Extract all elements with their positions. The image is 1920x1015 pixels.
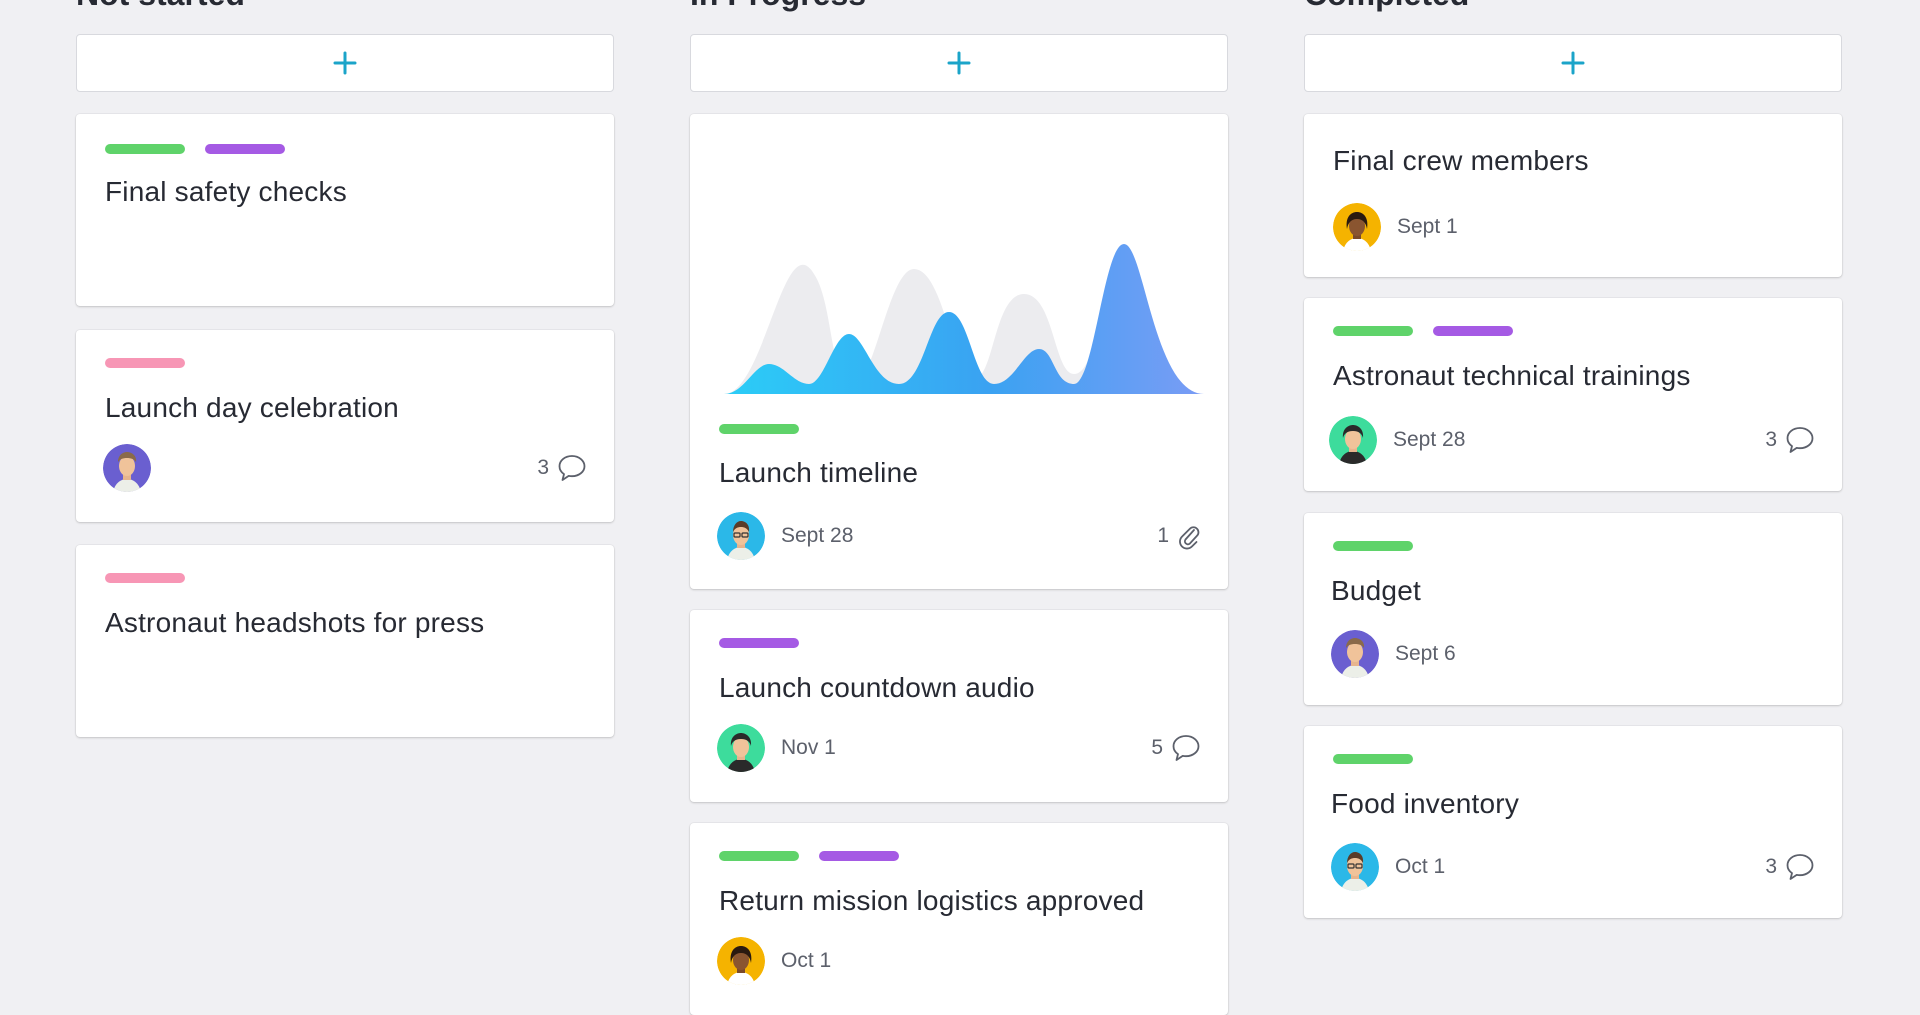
card-title: Final crew members	[1333, 145, 1589, 176]
task-card[interactable]: Launch countdown audio Nov 1 5	[690, 610, 1228, 802]
comment-icon	[558, 455, 586, 481]
card-meta: Sept 1	[1333, 202, 1815, 252]
card-meta: Oct 1	[717, 936, 1201, 986]
card-title: Astronaut headshots for press	[105, 607, 485, 638]
due-date: Nov 1	[781, 736, 836, 759]
due-date: Sept 28	[1393, 428, 1466, 451]
card-title: Return mission logistics approved	[719, 885, 1145, 916]
task-card[interactable]: Final crew members Sept 1	[1304, 114, 1842, 277]
tag-green	[105, 144, 185, 154]
tag-green	[719, 424, 799, 434]
tag-purple	[205, 144, 285, 154]
tag-green	[1333, 754, 1413, 764]
paperclip-icon	[1179, 526, 1200, 550]
tag-list	[1333, 326, 1513, 336]
due-date: Sept 1	[1397, 215, 1458, 238]
task-card[interactable]: Astronaut headshots for press	[76, 545, 614, 737]
comment-count[interactable]: 3	[1765, 853, 1815, 881]
card-title: Launch timeline	[719, 457, 919, 488]
comment-icon	[1786, 854, 1814, 880]
task-card[interactable]: Final safety checks	[76, 114, 614, 306]
comment-count[interactable]: 3	[537, 454, 587, 482]
card-title: Launch countdown audio	[719, 672, 1035, 703]
card-title: Budget	[1331, 575, 1421, 606]
task-card[interactable]: Budget Sept 6	[1304, 513, 1842, 705]
task-card[interactable]: Launch day celebration 3	[76, 330, 614, 522]
tag-list	[105, 144, 285, 154]
comment-count-value: 3	[1765, 855, 1777, 878]
due-date: Sept 28	[781, 524, 854, 547]
comment-count-value: 5	[1151, 736, 1163, 759]
task-card[interactable]: Return mission logistics approved Oct 1	[690, 823, 1228, 1015]
avatar[interactable]	[717, 937, 765, 985]
tag-list	[719, 851, 899, 861]
column-title: In Progress	[690, 0, 866, 10]
card-meta: 3	[103, 443, 587, 493]
attachment-count-value: 1	[1157, 524, 1169, 547]
tag-pink	[105, 358, 185, 368]
tag-list	[1333, 754, 1413, 764]
tag-pink	[105, 573, 185, 583]
card-title: Food inventory	[1331, 788, 1520, 819]
add-card-button[interactable]	[690, 34, 1228, 92]
comment-count[interactable]: 3	[1765, 426, 1815, 454]
area-chart-illustration	[724, 244, 1204, 394]
comment-count-value: 3	[537, 456, 549, 479]
avatar[interactable]	[717, 724, 765, 772]
tag-list	[719, 424, 799, 434]
comment-count[interactable]: 5	[1151, 734, 1201, 762]
plus-icon	[947, 51, 971, 75]
tag-green	[1333, 326, 1413, 336]
comment-icon	[1172, 735, 1200, 761]
tag-green	[719, 851, 799, 861]
card-meta: Oct 1 3	[1331, 842, 1815, 892]
tag-list	[105, 358, 185, 368]
avatar[interactable]	[103, 444, 151, 492]
comment-count-value: 3	[1765, 428, 1777, 451]
due-date: Sept 6	[1395, 642, 1456, 665]
plus-icon	[333, 51, 357, 75]
tag-purple	[819, 851, 899, 861]
card-meta: Nov 1 5	[717, 723, 1201, 773]
plus-icon	[1561, 51, 1585, 75]
task-card[interactable]: Launch timeline Sept 28 1	[690, 114, 1228, 589]
tag-green	[1333, 541, 1413, 551]
avatar[interactable]	[1333, 203, 1381, 251]
task-card[interactable]: Food inventory Oct 1 3	[1304, 726, 1842, 918]
card-title: Astronaut technical trainings	[1333, 360, 1691, 391]
avatar[interactable]	[717, 512, 765, 560]
add-card-button[interactable]	[1304, 34, 1842, 92]
card-meta: Sept 28 1	[717, 511, 1201, 561]
column-title: Completed	[1304, 0, 1469, 10]
due-date: Oct 1	[1395, 855, 1446, 878]
attachment-count[interactable]: 1	[1157, 522, 1201, 550]
tag-purple	[719, 638, 799, 648]
card-title: Final safety checks	[105, 176, 347, 207]
kanban-board: Not started Final safety checks Launch d…	[0, 0, 1920, 1015]
tag-purple	[1433, 326, 1513, 336]
column-title: Not started	[76, 0, 245, 10]
card-meta: Sept 28 3	[1329, 415, 1815, 465]
task-card[interactable]: Astronaut technical trainings Sept 28 3	[1304, 298, 1842, 491]
tag-list	[1333, 541, 1413, 551]
avatar[interactable]	[1331, 630, 1379, 678]
card-title: Launch day celebration	[105, 392, 399, 423]
card-meta: Sept 6	[1331, 629, 1815, 679]
tag-list	[719, 638, 799, 648]
avatar[interactable]	[1331, 843, 1379, 891]
add-card-button[interactable]	[76, 34, 614, 92]
comment-icon	[1786, 427, 1814, 453]
due-date: Oct 1	[781, 949, 832, 972]
avatar[interactable]	[1329, 416, 1377, 464]
tag-list	[105, 573, 185, 583]
